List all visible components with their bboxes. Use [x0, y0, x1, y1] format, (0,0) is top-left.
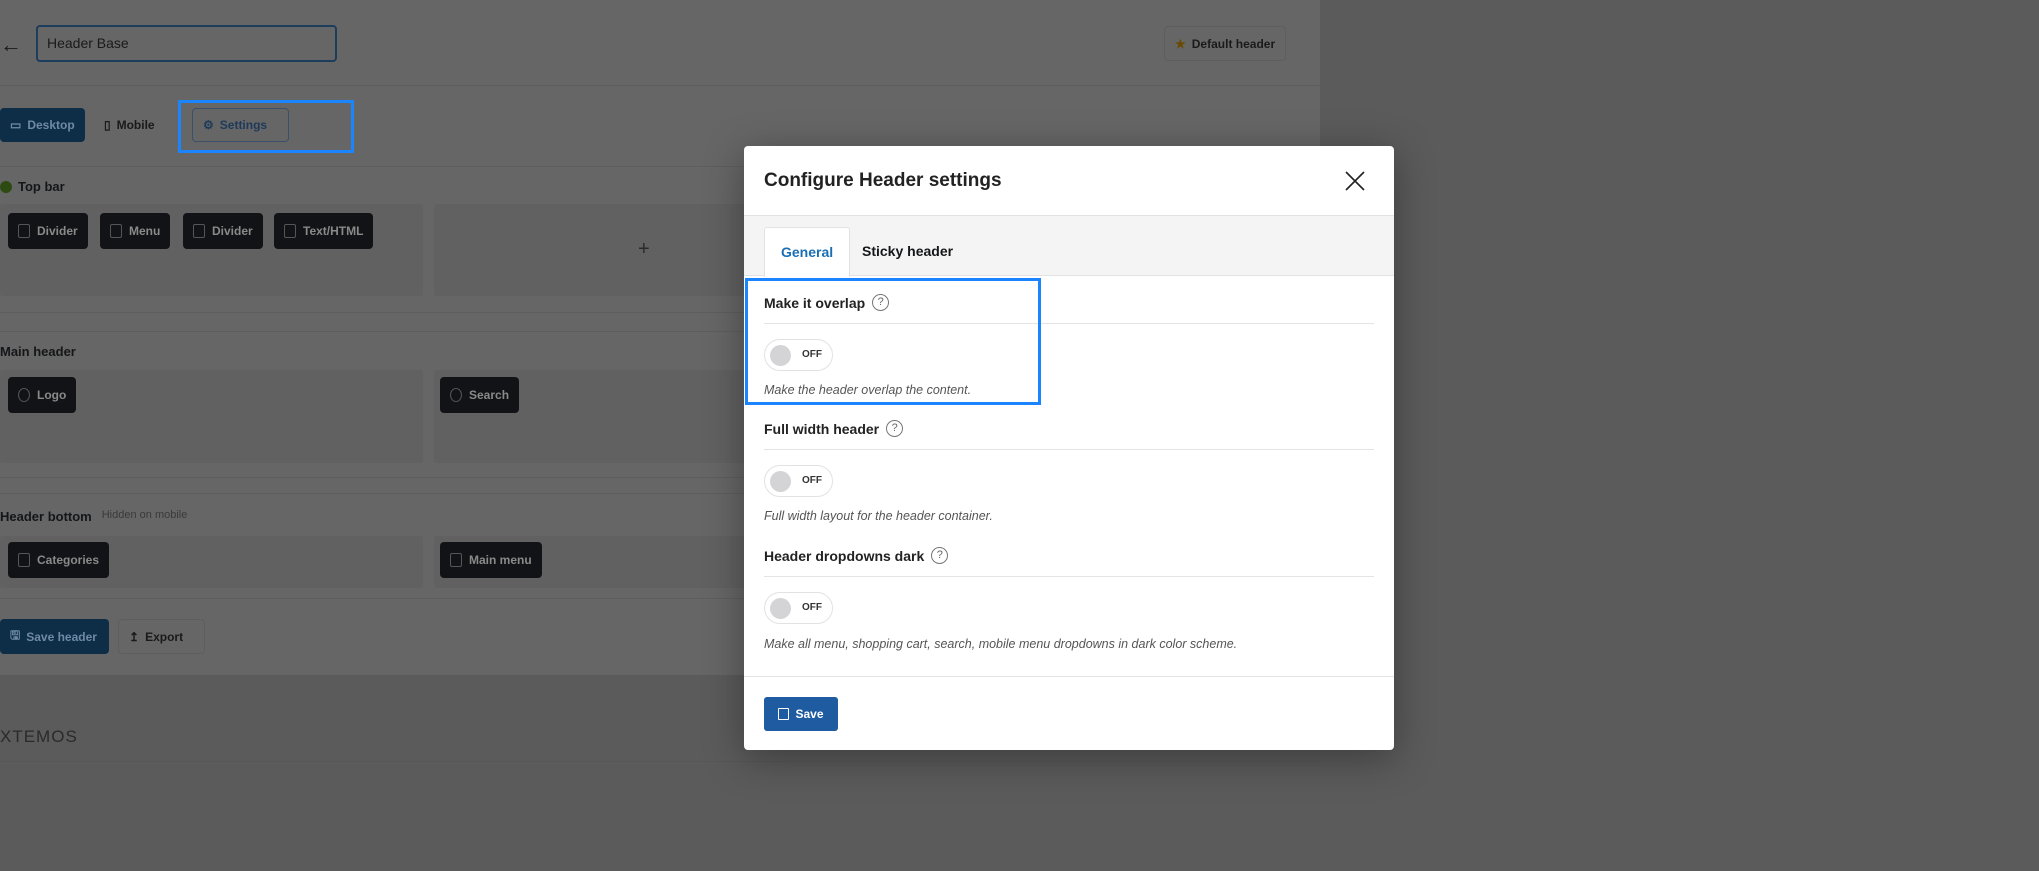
status-dot	[0, 180, 12, 193]
mobile-icon: ▯	[104, 118, 111, 132]
logo-icon	[18, 388, 30, 402]
close-icon[interactable]	[1342, 168, 1368, 194]
element-chip[interactable]: Search	[440, 377, 520, 413]
html-icon	[284, 224, 296, 238]
default-header-label: Default header	[1191, 36, 1276, 51]
divider-icon	[193, 224, 205, 238]
configure-header-modal: Configure Header settings General Sticky…	[744, 146, 1394, 750]
star-icon: ★	[1175, 36, 1186, 51]
tab-mobile[interactable]: ▯ Mobile	[94, 108, 165, 142]
save-icon: 🖫	[10, 628, 21, 642]
hidden-on-mobile-note: Hidden on mobile	[101, 509, 188, 521]
tab-sticky-header[interactable]: Sticky header	[846, 227, 969, 277]
option-label: Full width header?	[764, 420, 904, 437]
full-width-toggle[interactable]: OFF	[764, 465, 833, 497]
tab-mobile-label: Mobile	[116, 118, 155, 132]
element-chip[interactable]: Logo	[8, 377, 77, 413]
overlap-option-highlight	[745, 278, 1041, 405]
element-chip[interactable]: Divider	[8, 213, 88, 249]
element-chip[interactable]: Divider	[183, 213, 263, 249]
help-icon[interactable]: ?	[931, 547, 949, 564]
settings-tab-highlight	[178, 100, 354, 153]
tab-desktop-label: Desktop	[27, 118, 75, 132]
brand-logo: XTEMOS	[0, 727, 78, 746]
help-icon[interactable]: ?	[886, 420, 904, 437]
header-name-input[interactable]: Header Base	[36, 25, 337, 62]
save-icon	[778, 708, 790, 720]
header-bottom-label: Header bottom Hidden on mobile	[0, 509, 188, 524]
menu-icon	[110, 224, 122, 238]
main-menu-icon	[450, 553, 462, 567]
add-element-icon[interactable]: +	[638, 238, 650, 261]
save-button[interactable]: Save	[764, 697, 838, 731]
option-label: Header dropdowns dark?	[764, 547, 949, 564]
search-icon	[450, 388, 462, 402]
tab-general[interactable]: General	[764, 227, 851, 277]
upload-icon: ↥	[129, 629, 140, 644]
modal-tabs: General Sticky header	[744, 215, 1394, 277]
save-header-button[interactable]: 🖫 Save header	[0, 619, 109, 654]
top-bar-label: Top bar	[0, 179, 65, 194]
element-chip[interactable]: Main menu	[440, 542, 542, 578]
categories-icon	[18, 553, 30, 567]
divider-icon	[18, 224, 30, 238]
dropdowns-dark-toggle[interactable]: OFF	[764, 592, 833, 624]
back-arrow-icon[interactable]: ←	[0, 32, 22, 58]
desktop-icon: ▭	[10, 118, 22, 132]
element-chip[interactable]: Text/HTML	[274, 213, 374, 249]
element-chip[interactable]: Menu	[100, 213, 171, 249]
tab-desktop[interactable]: ▭ Desktop	[0, 108, 85, 142]
main-header-label: Main header	[0, 344, 76, 359]
option-description: Full width layout for the header contain…	[764, 509, 993, 523]
default-header-button[interactable]: ★ Default header	[1164, 26, 1287, 61]
export-button[interactable]: ↥ Export	[118, 619, 205, 654]
modal-title: Configure Header settings	[764, 170, 1002, 191]
element-chip[interactable]: Categories	[8, 542, 110, 578]
option-description: Make all menu, shopping cart, search, mo…	[764, 637, 1238, 651]
